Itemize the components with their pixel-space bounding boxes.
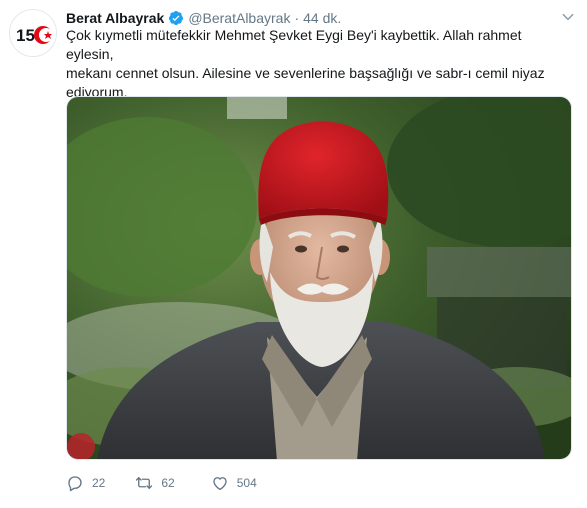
retweet-button[interactable]: 62 [135,474,175,492]
verified-badge-icon [168,10,184,26]
author-name[interactable]: Berat Albayrak [66,10,164,26]
tweet-photo[interactable] [66,96,572,460]
tweet-actions: 22 62 504 [66,474,289,492]
reply-button[interactable]: 22 [66,474,105,492]
author-handle[interactable]: @BeratAlbayrak [188,10,290,26]
portrait-photo [67,97,571,459]
heart-icon [213,477,227,491]
reply-icon [68,476,82,492]
tweet-text: Çok kıymetli mütefekkir Mehmet Şevket Ey… [66,27,545,100]
separator-dot: · [294,10,300,26]
avatar-logo-text: 15 [16,26,35,45]
timestamp[interactable]: 44 dk. [303,10,341,26]
avatar[interactable]: 15 [9,9,57,57]
retweet-icon [136,477,153,489]
tweet[interactable]: 15 Berat Albayrak @BeratAlbayrak · 44 dk… [0,0,587,508]
retweet-count: 62 [161,476,175,490]
tweet-header: Berat Albayrak @BeratAlbayrak · 44 dk. [66,8,341,28]
chevron-down-icon[interactable] [561,10,575,24]
reply-count: 22 [92,476,106,490]
like-count: 504 [236,476,257,490]
like-button[interactable]: 504 [211,474,257,492]
avatar-logo: 15 [10,10,56,56]
